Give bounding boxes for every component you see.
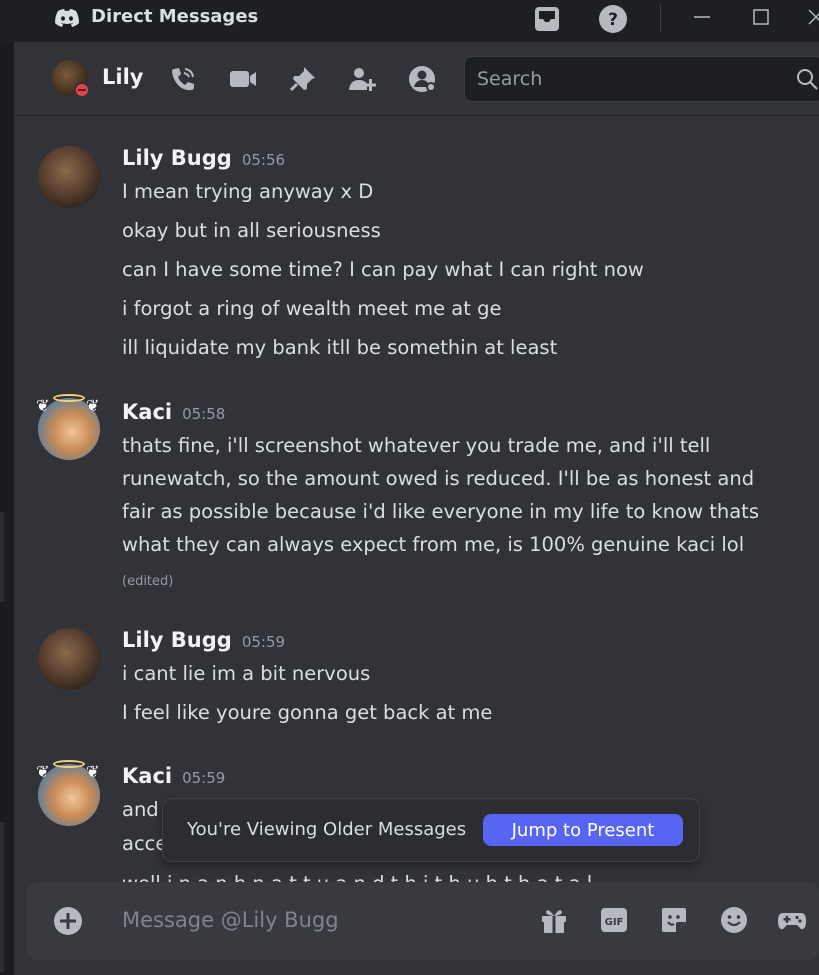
- add-friends-to-dm-icon[interactable]: [348, 65, 378, 93]
- wing-decoration-icon: ❦: [36, 762, 50, 781]
- halo-decoration: [53, 394, 85, 402]
- emoji-icon[interactable]: [719, 905, 749, 935]
- edited-label: (edited): [122, 574, 174, 589]
- message-text: and: [122, 798, 159, 821]
- gif-icon[interactable]: GIF: [599, 905, 629, 935]
- help-icon[interactable]: ?: [598, 4, 628, 34]
- message-text: I feel like youre gonna get back at me: [122, 701, 493, 724]
- search-input[interactable]: Search: [464, 56, 819, 102]
- wing-decoration-icon: ❦: [86, 396, 100, 415]
- svg-text:GIF: GIF: [605, 917, 624, 928]
- message-composer[interactable]: Message @Lily Bugg GIF: [27, 882, 819, 960]
- jump-to-present-button[interactable]: Jump to Present: [483, 814, 683, 846]
- chat-area: Lily Search Lily Bugg 05:56 I mean tryin…: [14, 42, 819, 975]
- sidebar-fragment: [0, 822, 4, 972]
- message-input[interactable]: Message @Lily Bugg: [122, 908, 339, 932]
- dnd-status-icon: [74, 82, 90, 98]
- recipient-name[interactable]: Lily: [102, 65, 143, 89]
- video-call-icon[interactable]: [228, 65, 258, 93]
- window-title: Direct Messages: [91, 6, 259, 27]
- author-avatar[interactable]: [38, 146, 100, 208]
- upload-plus-icon[interactable]: [53, 906, 83, 936]
- message-author[interactable]: Kaci 05:59: [122, 764, 225, 788]
- svg-text:?: ?: [608, 10, 618, 30]
- message-text: fair as possible because i'd like everyo…: [122, 500, 759, 523]
- sticker-icon[interactable]: [659, 905, 689, 935]
- title-bar: Direct Messages ?: [0, 0, 819, 42]
- close-icon[interactable]: [806, 6, 819, 28]
- message-author[interactable]: Lily Bugg 05:59: [122, 628, 285, 652]
- titlebar-divider: [660, 4, 661, 32]
- author-name[interactable]: Kaci: [122, 764, 172, 788]
- wing-decoration-icon: ❦: [36, 396, 50, 415]
- author-avatar[interactable]: [38, 628, 100, 690]
- gift-icon[interactable]: [539, 905, 569, 935]
- discord-logo-icon: [55, 9, 79, 27]
- message-text: well i n a n h n a t t u a n d t h i t h…: [122, 872, 592, 882]
- inbox-icon[interactable]: [532, 4, 562, 34]
- author-name[interactable]: Lily Bugg: [122, 146, 232, 170]
- user-profile-icon[interactable]: [408, 65, 438, 93]
- older-messages-text: You're Viewing Older Messages: [187, 819, 467, 840]
- message-text: can I have some time? I can pay what I c…: [122, 258, 644, 281]
- message-text: thats fine, i'll screenshot whatever you…: [122, 434, 711, 457]
- search-icon: [797, 69, 818, 90]
- message-text: acce: [122, 832, 168, 855]
- message-text: okay but in all seriousness: [122, 219, 381, 242]
- activities-icon[interactable]: [777, 905, 807, 935]
- message-text: i forgot a ring of wealth meet me at ge: [122, 297, 502, 320]
- message-timestamp: 05:59: [182, 769, 226, 787]
- message-text: i cant lie im a bit nervous: [122, 662, 371, 685]
- message-text: runewatch, so the amount owed is reduced…: [122, 467, 755, 490]
- message-author[interactable]: Kaci 05:58: [122, 400, 225, 424]
- message-text: what they can always expect from me, is …: [122, 533, 745, 556]
- sidebar-edge: [0, 42, 14, 975]
- message-timestamp: 05:56: [241, 151, 286, 169]
- wing-decoration-icon: ❦: [86, 762, 100, 781]
- message-timestamp: 05:58: [182, 405, 226, 423]
- older-messages-banner: You're Viewing Older Messages Jump to Pr…: [162, 798, 700, 862]
- minimize-icon[interactable]: [690, 6, 714, 28]
- message-timestamp: 05:59: [241, 633, 286, 651]
- pinned-messages-icon[interactable]: [288, 65, 318, 93]
- sidebar-fragment: [0, 512, 4, 602]
- message-author[interactable]: Lily Bugg 05:56: [122, 146, 285, 170]
- author-name[interactable]: Lily Bugg: [122, 628, 232, 652]
- voice-call-icon[interactable]: [168, 65, 198, 93]
- search-placeholder: Search: [477, 68, 543, 90]
- halo-decoration: [53, 760, 85, 768]
- message-text: ill liquidate my bank itll be somethin a…: [122, 336, 558, 359]
- author-name[interactable]: Kaci: [122, 400, 172, 424]
- dm-header: Lily Search: [14, 42, 819, 116]
- partially-hidden-message: well i n a n h n a t t u a n d t h i t h…: [14, 868, 819, 882]
- maximize-icon[interactable]: [749, 6, 773, 28]
- message-text: I mean trying anyway x D: [122, 180, 374, 203]
